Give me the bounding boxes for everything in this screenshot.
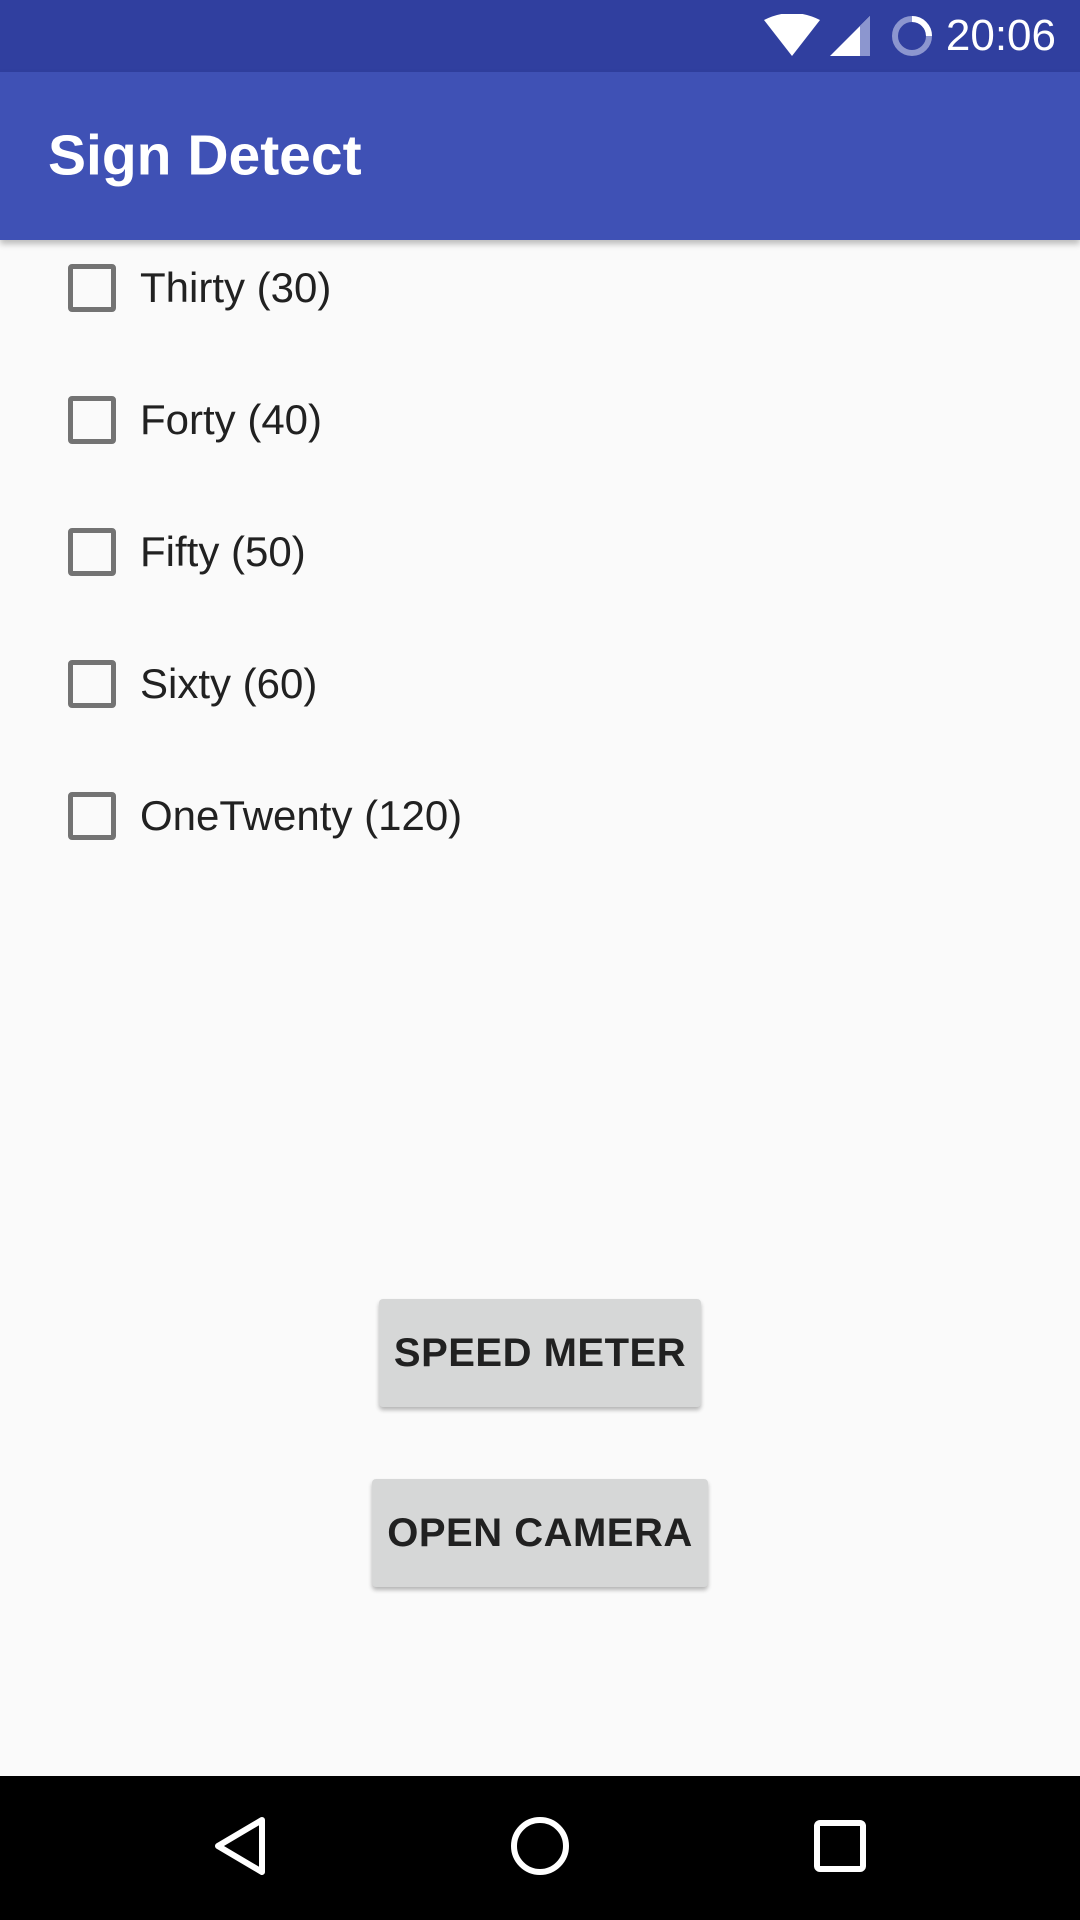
checkbox-onetwenty[interactable]: OneTwenty (120) [68,786,462,846]
home-icon [508,1814,572,1883]
navigation-bar [0,1776,1080,1920]
recents-button[interactable] [760,1776,920,1920]
status-bar: 20:06 [0,0,1080,72]
checkbox-box[interactable] [68,660,116,708]
sync-icon [890,14,934,58]
checkbox-label: Thirty (30) [140,264,332,311]
status-icons: 20:06 [763,0,1056,72]
app-title: Sign Detect [48,123,362,188]
checkbox-thirty[interactable]: Thirty (30) [68,258,331,318]
app-bar: Sign Detect [0,72,1080,240]
checkbox-fifty[interactable]: Fifty (50) [68,522,306,582]
status-time: 20:06 [945,11,1056,60]
checkbox-box[interactable] [68,264,116,312]
checkbox-forty[interactable]: Forty (40) [68,390,322,450]
checkbox-label: Fifty (50) [140,528,306,575]
back-icon [210,1814,270,1883]
home-button[interactable] [460,1776,620,1920]
checkbox-sixty[interactable]: Sixty (60) [68,654,317,714]
checkbox-box[interactable] [68,528,116,576]
checkbox-label: Forty (40) [140,396,323,443]
open-camera-button[interactable]: OPEN CAMERA [372,1479,708,1587]
checkbox-label: OneTwenty (120) [140,792,463,839]
recents-icon [812,1818,868,1879]
cell-signal-icon [828,14,872,58]
back-button[interactable] [160,1776,320,1920]
speed-meter-button[interactable]: SPEED METER [379,1299,701,1407]
wifi-icon [763,14,820,58]
checkbox-box[interactable] [68,396,116,444]
checkbox-label: Sixty (60) [140,660,318,707]
checkbox-box[interactable] [68,792,116,840]
